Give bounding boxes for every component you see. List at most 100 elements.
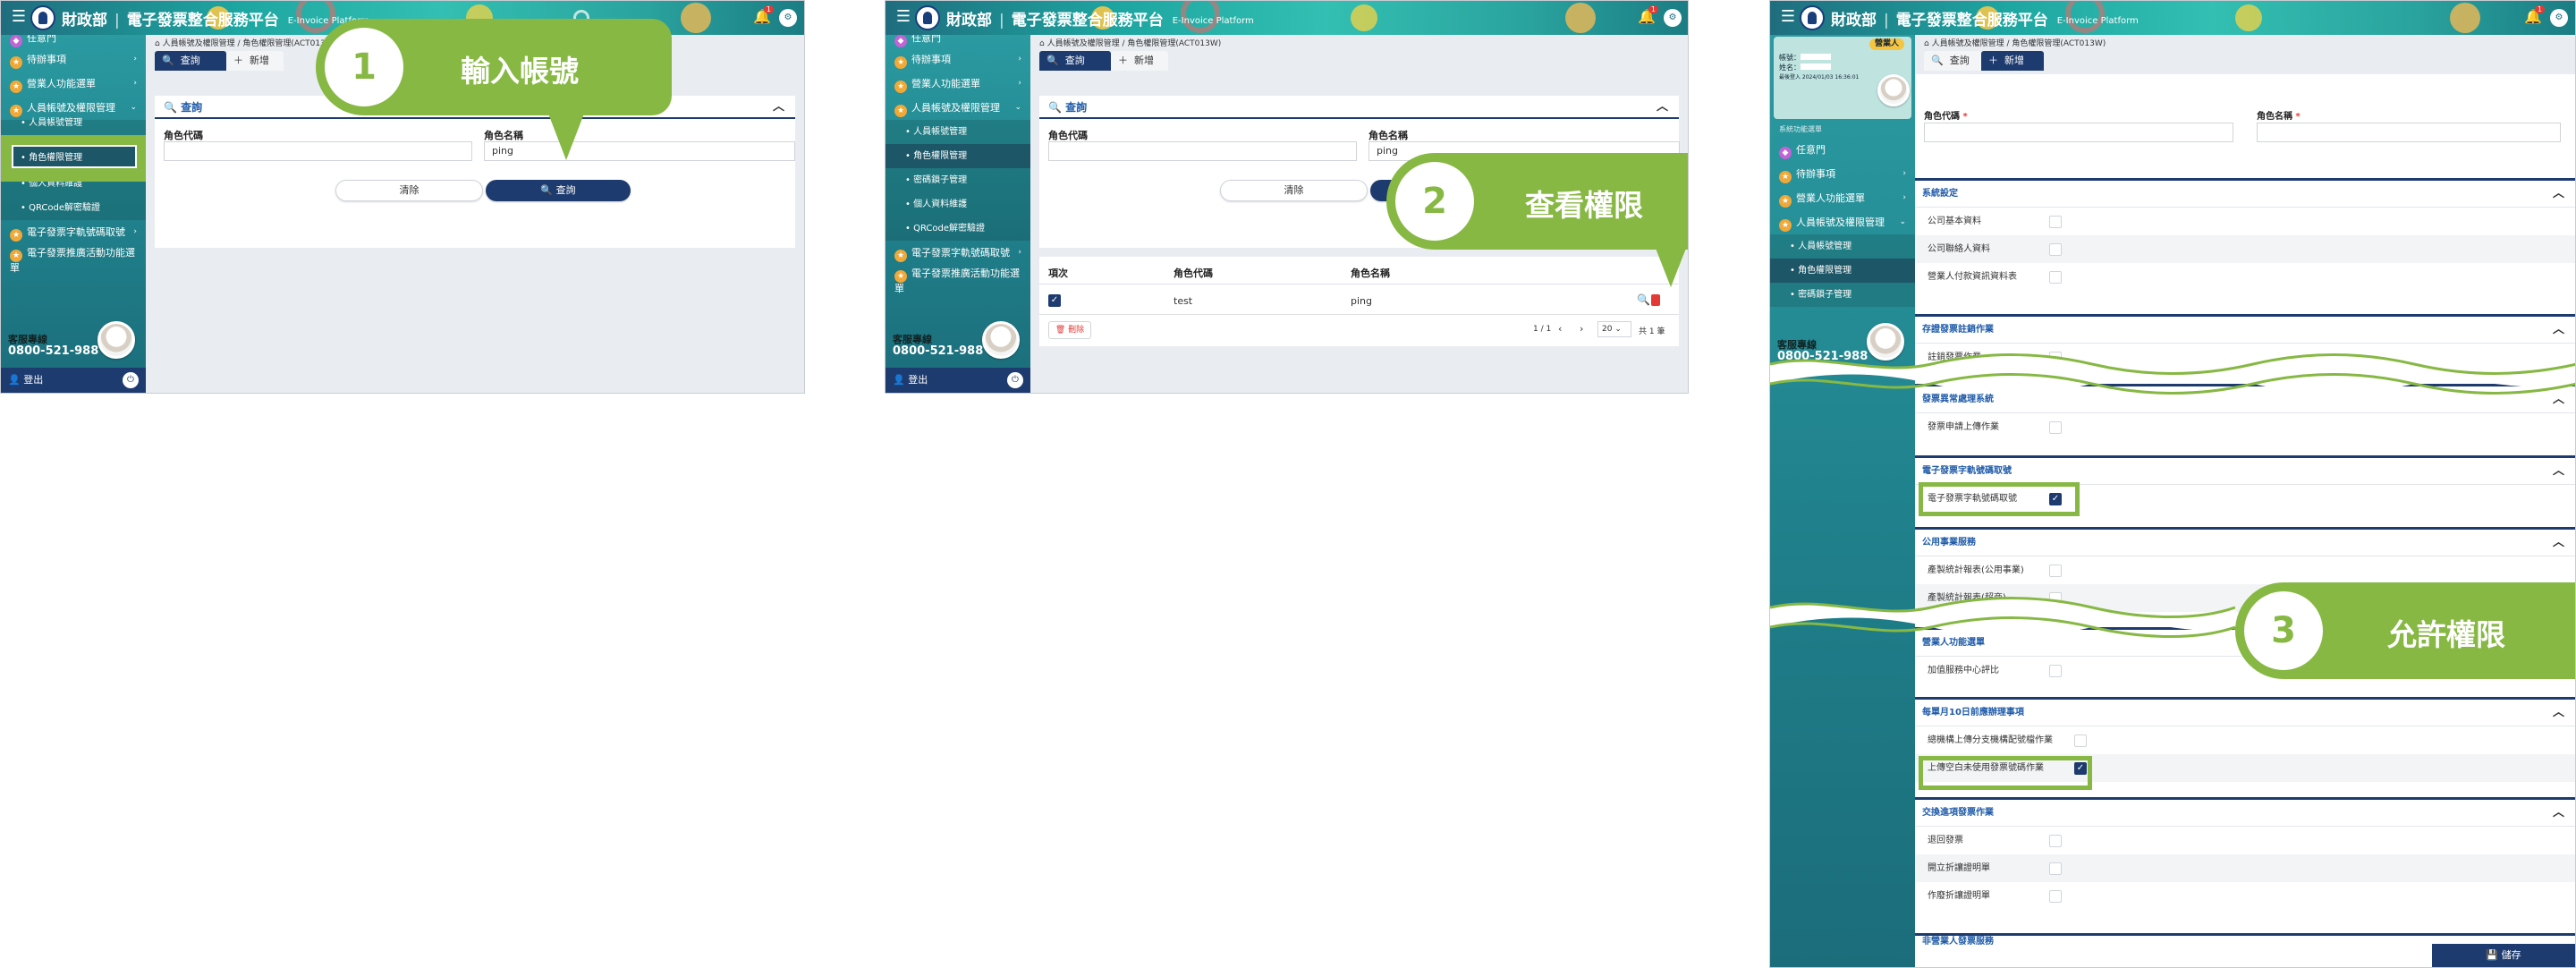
callout-pointer bbox=[1655, 246, 1687, 287]
sidebar-item-account-permission[interactable]: ★ 人員帳號及權限管理 ⌄ bbox=[886, 96, 1030, 120]
role-badge: 營業人 bbox=[1868, 38, 1904, 50]
collapse-caret-icon[interactable]: ︿ bbox=[1657, 96, 1668, 119]
perm-checkbox[interactable] bbox=[2049, 862, 2062, 875]
brand-title: 財政部 | 電子發票整合服務平台 E-Invoice Platform bbox=[946, 12, 1254, 30]
sidebar-sub-role[interactable]: • 角色權限管理 bbox=[1770, 259, 1915, 283]
user-menu-icon[interactable]: ⚙ bbox=[779, 9, 797, 27]
collapse-caret-icon[interactable]: ︿ bbox=[2553, 800, 2564, 827]
clear-button[interactable]: 清除 bbox=[1220, 180, 1368, 201]
sidebar-item-account-permission[interactable]: ★ 人員帳號及權限管理 ⌄ bbox=[1770, 210, 1915, 234]
notification-bell-icon[interactable]: 🔔 1 bbox=[752, 5, 774, 28]
input-role-code[interactable] bbox=[164, 141, 472, 161]
input-role-name[interactable] bbox=[2257, 123, 2561, 142]
sidebar-sub-profile[interactable]: • 個人資料維護 bbox=[886, 192, 1030, 217]
sidebar-sub-role[interactable]: • 角色權限管理 bbox=[886, 144, 1030, 168]
input-role-name[interactable]: ping bbox=[484, 141, 795, 161]
collapse-caret-icon[interactable]: ︿ bbox=[2553, 700, 2564, 726]
next-page-icon[interactable]: › bbox=[1580, 323, 1583, 335]
perm-checkbox[interactable] bbox=[2049, 835, 2062, 847]
sidebar-sub-password[interactable]: • 密碼鎖子管理 bbox=[886, 168, 1030, 192]
tab-add[interactable]: ＋ 新增 bbox=[1111, 51, 1168, 71]
perm-checkbox[interactable] bbox=[2049, 243, 2062, 256]
perm-row: 公司基本資料 bbox=[1915, 208, 2575, 235]
sidebar-item-todo[interactable]: ★ 待辦事項 › bbox=[1770, 162, 1915, 186]
callout-pointer bbox=[548, 114, 584, 160]
row-checkbox[interactable]: ✓ bbox=[1048, 294, 1061, 307]
logout-icon[interactable]: ⏻ bbox=[123, 372, 139, 388]
perm-checkbox[interactable] bbox=[2074, 734, 2087, 747]
save-button[interactable]: 💾 儲存 bbox=[2432, 944, 2575, 967]
perm-checkbox[interactable] bbox=[2049, 421, 2062, 434]
collapse-caret-icon[interactable]: ︿ bbox=[2553, 530, 2564, 556]
query-button[interactable]: 🔍 查詢 bbox=[486, 180, 631, 201]
user-menu-icon[interactable]: ⚙ bbox=[2550, 9, 2568, 27]
sidebar-item-promo[interactable]: ★ 電子發票推廣活動功能選單 bbox=[1, 244, 146, 275]
sidebar-item-track-number[interactable]: ★ 電子發票字軌號碼取號 › bbox=[886, 241, 1030, 265]
sidebar-item-anydoor[interactable]: ◆ 任意門 bbox=[1, 35, 146, 47]
sidebar-sub-password[interactable]: • 密碼鎖子管理 bbox=[1770, 283, 1915, 307]
sidebar-sub-account[interactable]: • 人員帳號管理 bbox=[1, 119, 146, 132]
sidebar-sub-account[interactable]: • 人員帳號管理 bbox=[1770, 234, 1915, 259]
tab-query[interactable]: 🔍 查詢 bbox=[1924, 51, 1981, 71]
perm-checkbox[interactable] bbox=[2049, 890, 2062, 903]
logout-icon[interactable]: ⏻ bbox=[1007, 372, 1023, 388]
logout-bar[interactable]: 👤 登出 ⏻ bbox=[886, 368, 1030, 393]
tab-bar: 🔍 查詢 ＋ 新增 bbox=[1915, 47, 2575, 74]
collapse-caret-icon[interactable]: ︿ bbox=[2553, 181, 2564, 208]
delete-button[interactable]: 🗑 刪除 bbox=[1048, 321, 1091, 339]
sidebar-item-promo[interactable]: ★ 電子發票推廣活動功能選單 bbox=[886, 265, 1030, 295]
sidebar-item-todo[interactable]: ★ 待辦事項 › bbox=[886, 47, 1030, 72]
collapse-caret-icon[interactable]: ︿ bbox=[773, 96, 784, 119]
system-menu-label: 系統功能選單 bbox=[1779, 125, 1822, 133]
input-role-code[interactable] bbox=[1048, 141, 1357, 161]
perm-checkbox[interactable] bbox=[2049, 271, 2062, 284]
sidebar-sub-qrcode[interactable]: • QRCode解密驗證 bbox=[886, 217, 1030, 241]
sidebar-sub-account[interactable]: • 人員帳號管理 bbox=[886, 120, 1030, 144]
perm-row: 發票申請上傳作業 bbox=[1915, 413, 2575, 441]
sidebar: ◆ 任意門 ★ 待辦事項 › ★ 營業人功能選單 › ★ 人員帳號及權限管理 ⌄ • 人員帳號… bbox=[886, 35, 1030, 393]
collapse-caret-icon[interactable]: ︿ bbox=[2553, 317, 2564, 344]
delete-trash-icon[interactable] bbox=[1651, 294, 1660, 306]
logout-bar[interactable]: 👤 登出 ⏻ bbox=[1, 368, 146, 393]
screenshot-step-2: ☰ 財政部 | 電子發票整合服務平台 E-Invoice Platform 🔔 1 ⚙ … bbox=[885, 0, 1689, 394]
notification-bell-icon[interactable]: 🔔 1 bbox=[1637, 5, 1658, 28]
screenshot-step-3: ☰ 財政部 | 電子發票整合服務平台 E-Invoice Platform 🔔 1 ⚙ … bbox=[1769, 0, 2576, 968]
tab-add[interactable]: ＋ 新增 bbox=[226, 51, 284, 71]
section-system-settings: 系統設定 ︿ 公司基本資料 公司聯絡人資料 營業人付款資訊資料表 bbox=[1915, 178, 2575, 291]
hamburger-menu-icon[interactable]: ☰ bbox=[10, 8, 28, 26]
breadcrumb: ⌂ 人員帳號及權限管理 / 角色權限管理(ACT013W) bbox=[1915, 35, 2575, 47]
view-search-icon[interactable]: 🔍 bbox=[1637, 293, 1650, 306]
per-page-select[interactable]: 20 ⌄ bbox=[1597, 321, 1631, 337]
notification-bell-icon[interactable]: 🔔 1 bbox=[2523, 5, 2545, 28]
sidebar-item-business-menu[interactable]: ★ 營業人功能選單 › bbox=[1770, 186, 1915, 210]
tab-bar: 🔍 查詢 ＋ 新增 bbox=[1039, 51, 1688, 74]
tab-query[interactable]: 🔍 查詢 bbox=[155, 51, 226, 71]
clear-button[interactable]: 清除 bbox=[335, 180, 483, 201]
hamburger-menu-icon[interactable]: ☰ bbox=[1779, 8, 1797, 26]
sidebar-item-track-number[interactable]: ★ 電子發票字軌號碼取號 › bbox=[1, 220, 146, 244]
sidebar-sub-qrcode[interactable]: • QRCode解密驗證 bbox=[1, 196, 146, 220]
perm-row: 開立折讓證明單 bbox=[1915, 854, 2575, 882]
sidebar-item-business-menu[interactable]: ★ 營業人功能選單 › bbox=[886, 72, 1030, 96]
tab-query[interactable]: 🔍 查詢 bbox=[1039, 51, 1111, 71]
perm-checkbox[interactable] bbox=[2049, 665, 2062, 677]
card-title: 🔍 查詢 ︿ bbox=[1039, 96, 1679, 119]
sidebar-item-anydoor[interactable]: ◆ 任意門 bbox=[886, 35, 1030, 47]
sidebar-item-todo[interactable]: ★ 待辦事項 › bbox=[1, 47, 146, 72]
user-card: 營業人 帳號： 姓名： 最後登入 2024/01/03 16:36:01 bbox=[1774, 37, 1911, 119]
sidebar-item-business-menu[interactable]: ★ 營業人功能選單 › bbox=[1, 72, 146, 96]
perm-checkbox[interactable] bbox=[2049, 565, 2062, 577]
user-menu-icon[interactable]: ⚙ bbox=[1664, 9, 1682, 27]
perm-checkbox[interactable] bbox=[2049, 216, 2062, 228]
input-role-code[interactable] bbox=[1924, 123, 2233, 142]
perm-row: 產製統計報表(公用事業) bbox=[1915, 556, 2575, 584]
hamburger-menu-icon[interactable]: ☰ bbox=[894, 8, 912, 26]
tab-add[interactable]: ＋ 新增 bbox=[1981, 51, 2044, 71]
breadcrumb: ⌂ 人員帳號及權限管理 / 角色權限管理(ACT013W) bbox=[1039, 39, 1222, 47]
sidebar-sub-role-active[interactable]: • 角色權限管理 bbox=[12, 145, 137, 168]
sidebar-item-anydoor[interactable]: ◆ 任意門 bbox=[1770, 138, 1915, 162]
collapse-caret-icon[interactable]: ︿ bbox=[2553, 458, 2564, 485]
callout-step-2: 2 查看權限 bbox=[1386, 153, 1688, 250]
sidebar-item-account-permission[interactable]: ★ 人員帳號及權限管理 ⌄ bbox=[1, 96, 146, 120]
prev-page-icon[interactable]: ‹ bbox=[1558, 323, 1562, 335]
